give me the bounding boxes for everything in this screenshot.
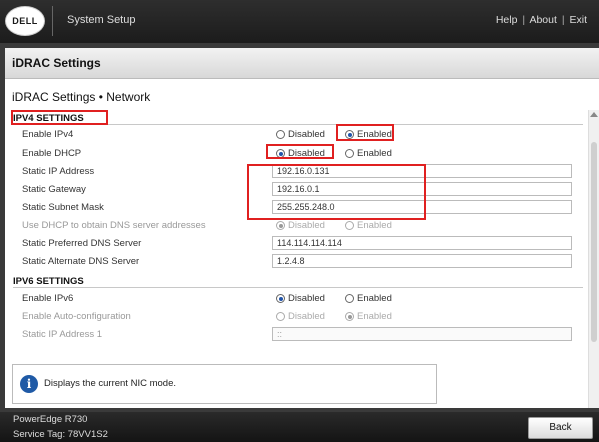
- enable-dhcp-disabled-radio[interactable]: Disabled: [276, 148, 325, 159]
- radio-label: Disabled: [288, 311, 325, 322]
- enable-ipv4-label: Enable IPv4: [22, 129, 74, 140]
- radio-label: Disabled: [288, 293, 325, 304]
- service-tag: Service Tag: 78VV1S2: [13, 429, 108, 440]
- autoconf-label: Enable Auto-configuration: [22, 311, 131, 322]
- static-gateway-label: Static Gateway: [22, 184, 86, 195]
- link-separator: |: [561, 14, 565, 26]
- radio-label: Disabled: [288, 129, 325, 140]
- radio-label: Enabled: [357, 129, 392, 140]
- dhcp-dns-label: Use DHCP to obtain DNS server addresses: [22, 220, 206, 231]
- enable-ipv6-enabled-radio[interactable]: Enabled: [345, 293, 392, 304]
- system-model: PowerEdge R730: [13, 414, 88, 425]
- enable-ipv4-disabled-radio[interactable]: Disabled: [276, 129, 325, 140]
- page-title: iDRAC Settings • Network: [12, 90, 151, 104]
- scrollbar-thumb[interactable]: [591, 142, 597, 342]
- top-bar: DELL System Setup Help | About | Exit: [0, 0, 599, 43]
- radio-label: Enabled: [357, 293, 392, 304]
- back-button[interactable]: Back: [528, 417, 593, 439]
- panel-header-title: iDRAC Settings: [12, 56, 101, 70]
- static-ip-field[interactable]: [272, 164, 572, 178]
- static-subnet-label: Static Subnet Mask: [22, 202, 104, 213]
- dhcp-dns-enabled-radio: Enabled: [345, 220, 392, 231]
- scroll-up-icon[interactable]: [590, 112, 598, 117]
- radio-on-icon: [276, 149, 285, 158]
- autoconf-enabled-radio: Enabled: [345, 311, 392, 322]
- pref-dns-field[interactable]: [272, 236, 572, 250]
- about-link[interactable]: About: [529, 14, 556, 26]
- autoconf-disabled-radio: Disabled: [276, 311, 325, 322]
- help-text: Displays the current NIC mode.: [44, 378, 176, 389]
- radio-on-icon: [276, 221, 285, 230]
- exit-link[interactable]: Exit: [569, 14, 587, 26]
- top-links: Help | About | Exit: [496, 14, 587, 26]
- enable-ipv4-enabled-radio[interactable]: Enabled: [345, 129, 392, 140]
- static-subnet-field[interactable]: [272, 200, 572, 214]
- radio-on-icon: [345, 312, 354, 321]
- radio-label: Enabled: [357, 148, 392, 159]
- enable-ipv6-disabled-radio[interactable]: Disabled: [276, 293, 325, 304]
- radio-label: Disabled: [288, 148, 325, 159]
- radio-label: Enabled: [357, 220, 392, 231]
- radio-off-icon: [345, 221, 354, 230]
- ipv6-section-title: IPV6 SETTINGS: [13, 276, 84, 287]
- help-text-box: i Displays the current NIC mode.: [12, 364, 437, 404]
- ipv6-static-ip-field: [272, 327, 572, 341]
- radio-off-icon: [276, 130, 285, 139]
- radio-off-icon: [345, 294, 354, 303]
- radio-on-icon: [276, 294, 285, 303]
- section-divider: [13, 124, 583, 125]
- dhcp-dns-disabled-radio: Disabled: [276, 220, 325, 231]
- footer-bar: PowerEdge R730 Service Tag: 78VV1S2 Back: [0, 412, 599, 442]
- panel-header: iDRAC Settings: [5, 48, 599, 79]
- enable-ipv6-label: Enable IPv6: [22, 293, 74, 304]
- enable-dhcp-enabled-radio[interactable]: Enabled: [345, 148, 392, 159]
- dell-logo: DELL: [5, 6, 45, 36]
- radio-off-icon: [276, 312, 285, 321]
- radio-label: Enabled: [357, 311, 392, 322]
- info-icon: i: [20, 375, 38, 393]
- radio-on-icon: [345, 130, 354, 139]
- app-title: System Setup: [67, 14, 136, 26]
- radio-off-icon: [345, 149, 354, 158]
- scrollbar[interactable]: [588, 110, 599, 408]
- static-gateway-field[interactable]: [272, 182, 572, 196]
- ipv4-section-title: IPV4 SETTINGS: [13, 113, 84, 124]
- dell-logo-text: DELL: [12, 16, 38, 26]
- enable-dhcp-label: Enable DHCP: [22, 148, 82, 159]
- static-ip-label: Static IP Address: [22, 166, 95, 177]
- pref-dns-label: Static Preferred DNS Server: [22, 238, 142, 249]
- alt-dns-field[interactable]: [272, 254, 572, 268]
- help-link[interactable]: Help: [496, 14, 518, 26]
- link-separator: |: [522, 14, 526, 26]
- alt-dns-label: Static Alternate DNS Server: [22, 256, 140, 267]
- radio-label: Disabled: [288, 220, 325, 231]
- ipv6-static-ip-label: Static IP Address 1: [22, 329, 103, 340]
- title-separator: [52, 6, 53, 36]
- settings-panel: iDRAC Settings iDRAC Settings • Network …: [5, 48, 599, 408]
- section-divider: [13, 287, 583, 288]
